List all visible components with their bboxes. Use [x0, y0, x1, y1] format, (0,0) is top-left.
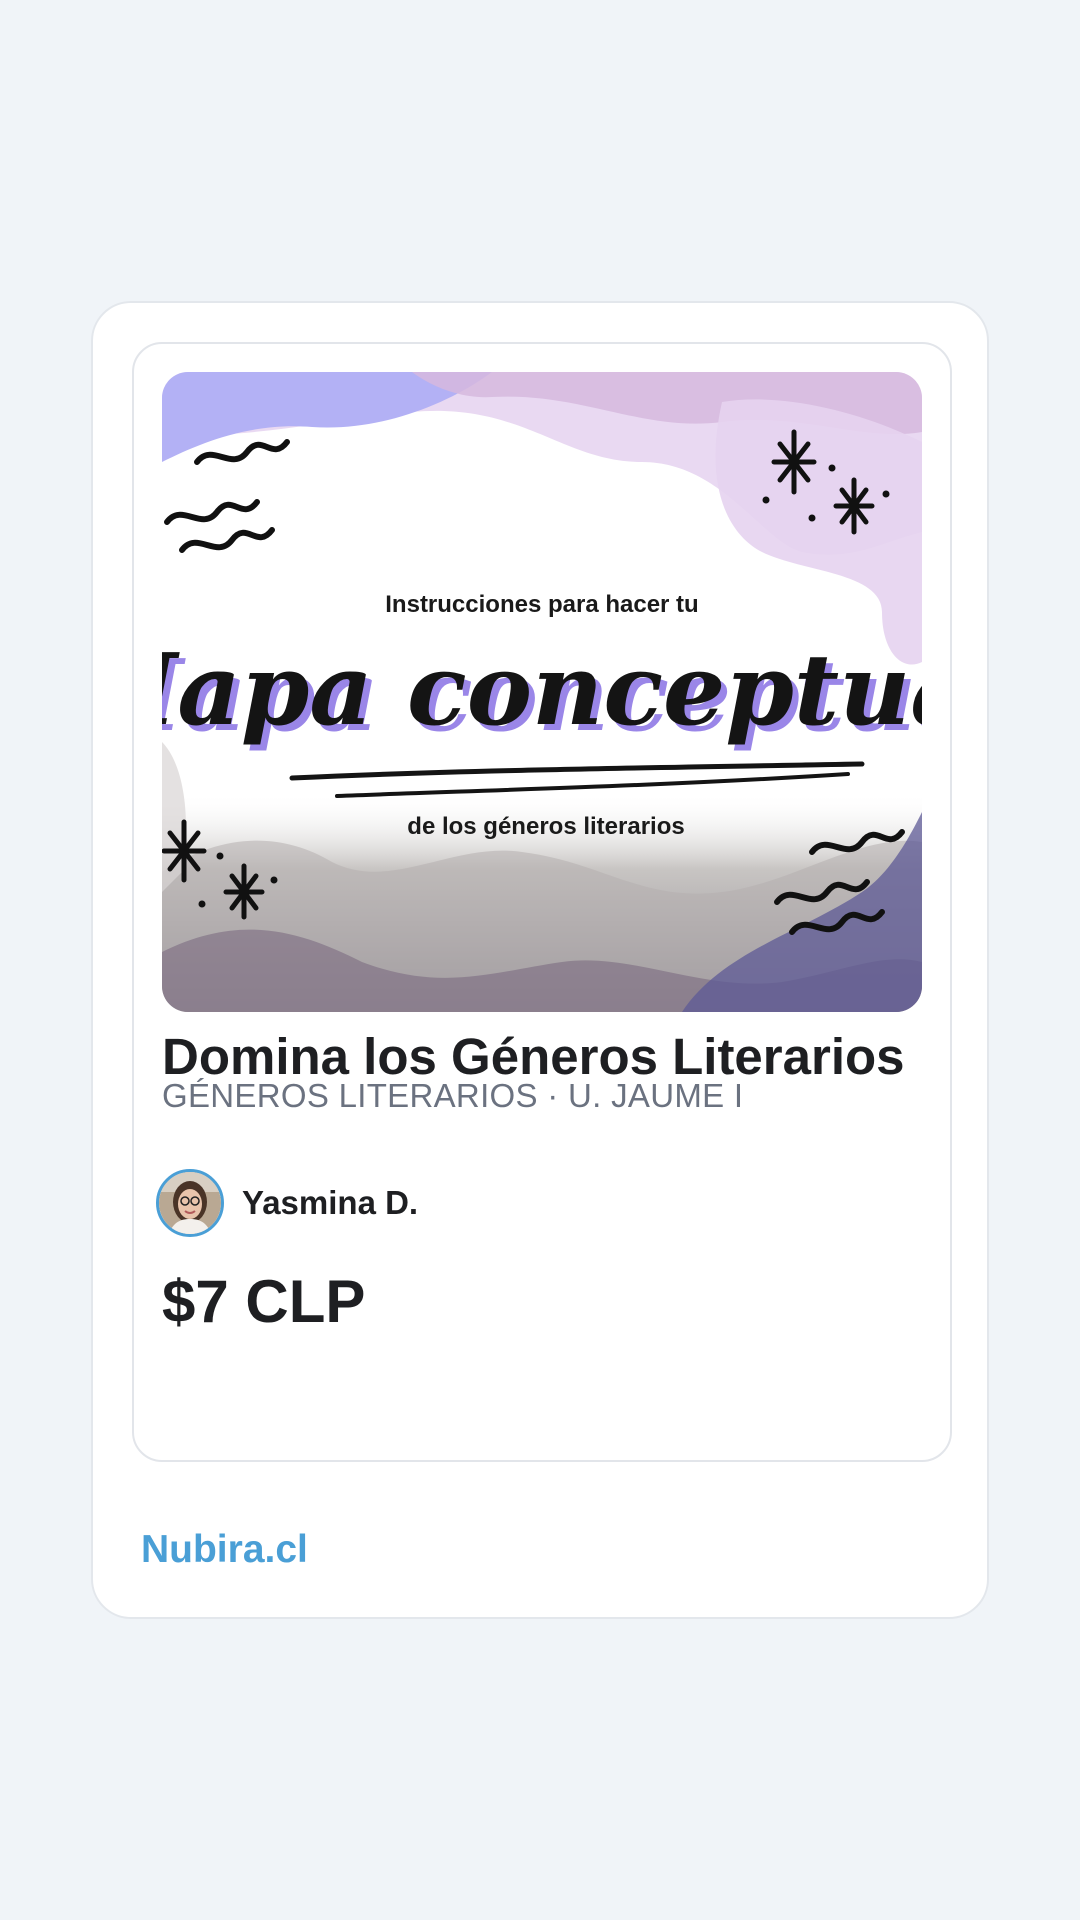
brand-link[interactable]: Nubira.cl: [141, 1525, 308, 1575]
listing-subtitle: GÉNEROS LITERARIOS · U. JAUME I: [162, 1077, 744, 1114]
thumbnail-bottom-text: de los géneros literarios: [407, 813, 684, 840]
listing-thumbnail[interactable]: Instrucciones para hacer tu Mapa concept…: [162, 372, 922, 1012]
price: $7 CLP: [162, 1268, 366, 1335]
thumbnail-headline: Mapa conceptual: [162, 633, 922, 748]
share-card: Instrucciones para hacer tu Mapa concept…: [91, 301, 989, 1619]
author-row[interactable]: Yasmina D.: [156, 1166, 418, 1240]
listing-card[interactable]: Instrucciones para hacer tu Mapa concept…: [132, 342, 952, 1462]
author-name: Yasmina D.: [242, 1184, 419, 1221]
thumbnail-top-text: Instrucciones para hacer tu: [385, 591, 698, 618]
avatar: [156, 1169, 224, 1237]
